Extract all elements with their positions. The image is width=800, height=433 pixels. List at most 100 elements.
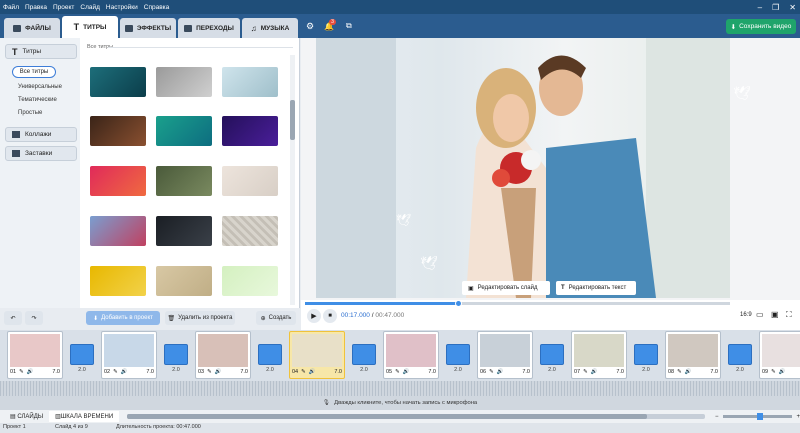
scrollbar-thumb[interactable] <box>127 414 648 419</box>
transition-duration[interactable]: 2.0 <box>258 367 282 373</box>
transition-duration[interactable]: 2.0 <box>540 367 564 373</box>
volume-icon[interactable]: 🔊 <box>215 369 222 375</box>
edit-icon[interactable]: ✎ <box>19 369 24 375</box>
tab-transitions[interactable]: ПЕРЕХОДЫ <box>178 18 240 38</box>
transition-thumb[interactable] <box>70 344 94 365</box>
subcategory-all-titles[interactable]: Все титры <box>12 66 56 78</box>
title-template-thumb[interactable] <box>156 216 212 246</box>
title-template-thumb[interactable] <box>90 216 146 246</box>
timeline-slide[interactable]: 05 ✎ 🔊 7.0 <box>383 331 439 379</box>
zoom-handle[interactable] <box>756 413 763 420</box>
transition-thumb[interactable] <box>634 344 658 365</box>
seek-bar[interactable] <box>305 300 730 307</box>
minimize-icon[interactable]: – <box>758 3 762 12</box>
volume-icon[interactable]: 🔊 <box>779 369 786 375</box>
scrollbar-thumb[interactable] <box>290 100 295 140</box>
edit-icon[interactable]: ✎ <box>395 369 400 375</box>
stop-button[interactable]: ■ <box>323 309 337 323</box>
edit-text-button[interactable]: T Редактировать текст <box>556 281 636 295</box>
volume-icon[interactable]: 🔊 <box>685 369 692 375</box>
transition-thumb[interactable] <box>446 344 470 365</box>
volume-icon[interactable]: 🔊 <box>27 369 34 375</box>
seek-handle[interactable] <box>455 300 462 307</box>
panel-scrollbar[interactable] <box>290 55 295 305</box>
edit-slide-button[interactable]: ▣ Редактировать слайд <box>462 281 550 295</box>
tab-slides[interactable]: ▤ СЛАЙДЫ <box>4 413 49 420</box>
zoom-out-icon[interactable]: − <box>715 414 719 420</box>
audio-waveform[interactable] <box>0 381 800 396</box>
remove-from-project-button[interactable]: 🗑 Удалить из проекта <box>165 311 235 325</box>
gear-icon[interactable]: ⚙ <box>306 21 314 32</box>
title-template-thumb[interactable] <box>156 266 212 296</box>
title-template-thumb[interactable] <box>222 67 278 97</box>
timeline-slide[interactable]: 03 ✎ 🔊 7.0 <box>195 331 251 379</box>
transition-thumb[interactable] <box>728 344 752 365</box>
share-icon[interactable]: ⧉ <box>346 21 352 31</box>
snapshot-icon[interactable]: ▣ <box>771 310 779 319</box>
menu-help[interactable]: Справка <box>141 4 173 11</box>
title-template-thumb[interactable] <box>90 166 146 196</box>
timeline-slide[interactable]: 07 ✎ 🔊 7.0 <box>571 331 627 379</box>
volume-icon[interactable]: 🔊 <box>309 369 316 375</box>
transition-duration[interactable]: 2.0 <box>446 367 470 373</box>
edit-icon[interactable]: ✎ <box>301 369 306 375</box>
transition-thumb[interactable] <box>164 344 188 365</box>
undo-button[interactable]: ↶ <box>4 311 22 325</box>
title-template-thumb[interactable] <box>90 266 146 296</box>
tab-effects[interactable]: ЭФФЕКТЫ <box>120 18 176 38</box>
title-template-thumb[interactable] <box>222 116 278 146</box>
category-intros-button[interactable]: Заставки <box>5 146 77 161</box>
category-collages-button[interactable]: Коллажи <box>5 127 77 142</box>
timeline-slide[interactable]: 04 ✎ 🔊 7.0 <box>289 331 345 379</box>
slide-duration[interactable]: 7.0 <box>52 369 60 375</box>
transition-thumb[interactable] <box>540 344 564 365</box>
title-template-thumb[interactable] <box>222 216 278 246</box>
timeline-slide[interactable]: 01 ✎ 🔊 7.0 <box>7 331 63 379</box>
subcategory-simple[interactable]: Простые <box>18 110 42 116</box>
edit-icon[interactable]: ✎ <box>771 369 776 375</box>
tab-files[interactable]: ФАЙЛЫ <box>4 18 60 38</box>
aspect-ratio[interactable]: 16:9 <box>740 312 752 318</box>
edit-icon[interactable]: ✎ <box>113 369 118 375</box>
edit-icon[interactable]: ✎ <box>207 369 212 375</box>
zoom-slider[interactable] <box>722 413 793 420</box>
transition-duration[interactable]: 2.0 <box>70 367 94 373</box>
title-template-thumb[interactable] <box>222 266 278 296</box>
aspect-frame-icon[interactable]: ▭ <box>756 310 764 319</box>
volume-icon[interactable]: 🔊 <box>591 369 598 375</box>
title-template-thumb[interactable] <box>222 166 278 196</box>
edit-icon[interactable]: ✎ <box>489 369 494 375</box>
transition-duration[interactable]: 2.0 <box>634 367 658 373</box>
edit-icon[interactable]: ✎ <box>583 369 588 375</box>
menu-slide[interactable]: Слайд <box>77 4 103 11</box>
volume-icon[interactable]: 🔊 <box>121 369 128 375</box>
redo-button[interactable]: ↷ <box>25 311 43 325</box>
maximize-icon[interactable]: ❐ <box>772 3 779 12</box>
title-template-thumb[interactable] <box>156 67 212 97</box>
add-to-project-button[interactable]: ⬇ Добавить в проект <box>86 311 160 325</box>
timeline-slide[interactable]: 09✎🔊7.0 <box>759 331 800 379</box>
create-button[interactable]: ⊕ Создать <box>256 311 296 325</box>
transition-duration[interactable]: 2.0 <box>728 367 752 373</box>
fullscreen-icon[interactable]: ⛶ <box>786 310 792 320</box>
subcategory-thematic[interactable]: Тематические <box>18 97 57 103</box>
subcategory-universal[interactable]: Универсальные <box>18 84 62 90</box>
voice-record-track[interactable]: 🎙 Дважды кликните, чтобы начать запись с … <box>0 396 800 410</box>
slide-duration[interactable]: 7.0 <box>146 369 154 375</box>
title-template-thumb[interactable] <box>90 67 146 97</box>
bell-icon[interactable]: 🔔 3 <box>324 18 336 31</box>
title-template-thumb[interactable] <box>156 166 212 196</box>
slide-duration[interactable]: 7.0 <box>522 369 530 375</box>
tab-music[interactable]: ♫ МУЗЫКА <box>242 18 298 38</box>
slide-duration[interactable]: 7.0 <box>334 369 342 375</box>
save-video-button[interactable]: ⬇ Сохранить видео <box>726 19 796 34</box>
transition-thumb[interactable] <box>352 344 376 365</box>
transition-duration[interactable]: 2.0 <box>352 367 376 373</box>
tab-titles[interactable]: T ТИТРЫ <box>62 16 118 38</box>
volume-icon[interactable]: 🔊 <box>497 369 504 375</box>
category-titles-button[interactable]: T Титры <box>5 44 77 59</box>
slide-duration[interactable]: 7.0 <box>240 369 248 375</box>
slide-duration[interactable]: 7.0 <box>428 369 436 375</box>
slide-duration[interactable]: 7.0 <box>616 369 624 375</box>
zoom-in-icon[interactable]: + <box>796 414 800 420</box>
